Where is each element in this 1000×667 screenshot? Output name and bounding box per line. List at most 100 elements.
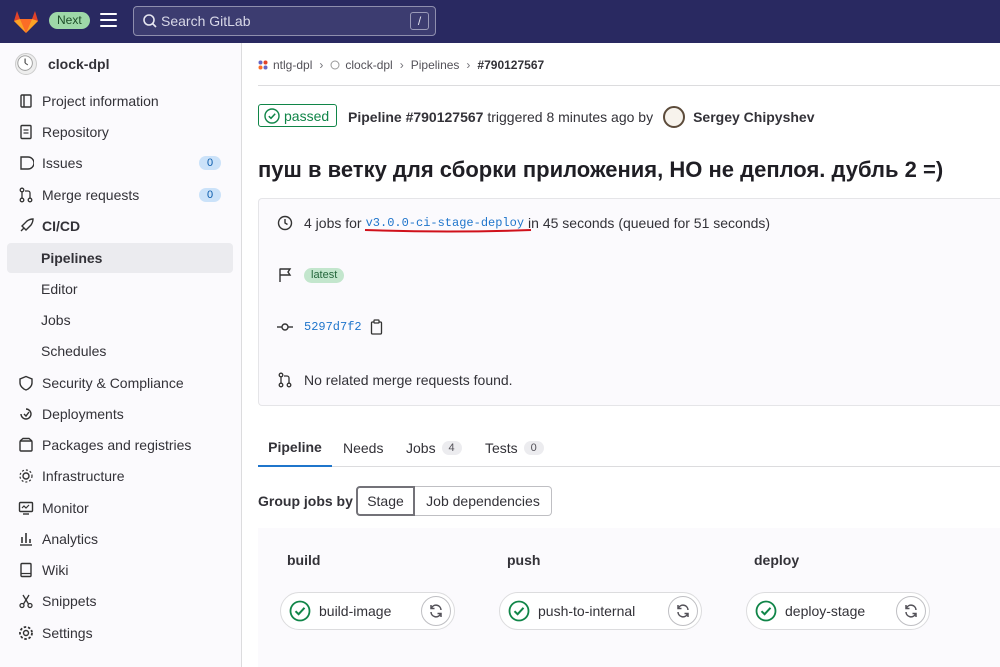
pipeline-header: Pipeline #790127567 triggered 8 minutes … xyxy=(348,106,814,128)
sidebar-item-security-compliance[interactable]: Security & Compliance xyxy=(7,368,233,398)
next-badge[interactable]: Next xyxy=(49,12,90,29)
sidebar-item-label: Settings xyxy=(42,625,93,641)
retry-button[interactable] xyxy=(421,596,451,626)
package-icon xyxy=(19,437,33,452)
breadcrumb-group[interactable]: ntlg-dpl xyxy=(258,58,312,72)
search-shortcut: / xyxy=(410,12,429,30)
book-icon xyxy=(20,562,32,578)
job-build-image[interactable]: build-image xyxy=(280,592,455,630)
copy-icon[interactable] xyxy=(370,319,384,335)
sidebar-item-label: Jobs xyxy=(41,312,71,328)
project-name: clock-dpl xyxy=(48,56,110,72)
doc-icon xyxy=(20,124,32,140)
ref-link[interactable]: v3.0.0-ci-stage-deploy xyxy=(364,216,531,233)
sidebar-item-label: Wiki xyxy=(42,562,69,578)
sidebar-item-ci-cd[interactable]: CI/CD xyxy=(7,211,233,241)
sidebar-item-label: Snippets xyxy=(42,593,97,609)
stage-title-push: push xyxy=(507,552,541,568)
tab-needs[interactable]: Needs xyxy=(343,428,383,467)
issues-count-badge: 0 xyxy=(199,156,221,170)
retry-icon xyxy=(905,604,917,618)
check-circle-icon xyxy=(289,600,311,622)
pipeline-graph: build build-image push push-to-internal … xyxy=(258,528,1000,667)
avatar[interactable] xyxy=(663,106,686,128)
merge-request-icon xyxy=(19,187,33,203)
job-deploy-stage[interactable]: deploy-stage xyxy=(746,592,930,630)
retry-icon xyxy=(430,604,442,618)
retry-button[interactable] xyxy=(668,596,698,626)
shield-icon xyxy=(19,375,33,391)
sidebar-item-deployments[interactable]: Deployments xyxy=(7,399,233,429)
sidebar-item-project-information[interactable]: Project information xyxy=(7,86,233,116)
check-circle-icon xyxy=(264,107,280,124)
jobs-suffix: in 45 seconds (queued for 51 seconds) xyxy=(528,215,771,231)
tab-jobs[interactable]: Jobs 4 xyxy=(406,428,462,467)
breadcrumb: ntlg-dpl › clock-dpl › Pipelines › #7901… xyxy=(258,58,544,72)
breadcrumb-project[interactable]: clock-dpl xyxy=(330,58,393,72)
sidebar-item-wiki[interactable]: Wiki xyxy=(7,555,233,585)
sidebar-item-schedules[interactable]: Schedules xyxy=(7,336,233,366)
sidebar-item-snippets[interactable]: Snippets xyxy=(7,586,233,616)
tab-tests[interactable]: Tests 0 xyxy=(485,428,544,467)
sidebar-item-label: Pipelines xyxy=(41,250,103,266)
stage-toggle-button[interactable]: Stage xyxy=(356,486,415,516)
deployments-icon xyxy=(20,408,32,420)
sidebar-item-label: Editor xyxy=(41,281,78,297)
user-name[interactable]: Sergey Chipyshev xyxy=(693,109,814,125)
commit-icon xyxy=(277,323,293,331)
job-dependencies-toggle-button[interactable]: Job dependencies xyxy=(415,486,552,516)
sidebar-item-packages[interactable]: Packages and registries xyxy=(7,430,233,460)
jobs-prefix: 4 jobs for xyxy=(304,215,362,231)
scissors-icon xyxy=(19,594,33,609)
merge-requests-row: No related merge requests found. xyxy=(277,372,513,388)
commit-sha-link[interactable]: 5297d7f2 xyxy=(304,320,362,334)
cloud-gear-icon xyxy=(19,469,33,483)
sidebar-item-merge-requests[interactable]: Merge requests 0 xyxy=(7,180,233,210)
sidebar-item-label: Deployments xyxy=(42,406,124,422)
sidebar-item-label: Packages and registries xyxy=(42,437,192,453)
job-push-to-internal[interactable]: push-to-internal xyxy=(499,592,702,630)
jobs-count-badge: 4 xyxy=(441,440,462,455)
annotation-underline xyxy=(364,229,531,233)
menu-icon[interactable] xyxy=(100,13,117,28)
sidebar-item-jobs[interactable]: Jobs xyxy=(7,305,233,335)
latest-badge[interactable]: latest xyxy=(304,267,345,283)
commit-row: 5297d7f2 xyxy=(277,319,384,335)
divider xyxy=(258,85,1000,86)
retry-button[interactable] xyxy=(896,596,926,626)
tab-pipeline[interactable]: Pipeline xyxy=(258,428,332,467)
sidebar-item-editor[interactable]: Editor xyxy=(7,274,233,304)
breadcrumb-pipelines[interactable]: Pipelines xyxy=(411,58,460,72)
clock-icon xyxy=(277,215,293,231)
sidebar-item-infrastructure[interactable]: Infrastructure xyxy=(7,461,233,491)
merge-requests-text: No related merge requests found. xyxy=(304,372,513,388)
gitlab-logo-icon[interactable] xyxy=(12,8,40,34)
group-icon xyxy=(258,60,268,70)
search-input[interactable]: Search GitLab / xyxy=(133,6,436,36)
project-header[interactable]: clock-dpl xyxy=(15,53,109,75)
pipeline-tabs: Pipeline Needs Jobs 4 Tests 0 xyxy=(258,428,1000,467)
sidebar-item-monitor[interactable]: Monitor xyxy=(7,493,233,523)
sidebar-item-analytics[interactable]: Analytics xyxy=(7,524,233,554)
page-title: пуш в ветку для сборки приложения, НО не… xyxy=(258,157,944,182)
job-name: build-image xyxy=(319,603,392,619)
job-name: deploy-stage xyxy=(785,603,866,619)
flag-icon xyxy=(279,268,292,282)
sidebar-item-issues[interactable]: Issues 0 xyxy=(7,148,233,178)
rocket-icon xyxy=(20,218,34,232)
pipeline-info-box: 4 jobs for v3.0.0-ci-stage-deploy in 45 … xyxy=(258,198,1000,406)
sidebar-item-label: Merge requests xyxy=(42,187,140,203)
gear-icon xyxy=(19,626,33,640)
latest-row: latest xyxy=(277,267,345,283)
retry-icon xyxy=(677,604,689,618)
stage-title-build: build xyxy=(287,552,321,568)
group-jobs-label: Group jobs by xyxy=(258,493,353,509)
sidebar-item-label: Repository xyxy=(42,124,109,140)
sidebar-item-pipelines[interactable]: Pipelines xyxy=(7,243,233,273)
status-badge[interactable]: passed xyxy=(258,104,338,127)
sidebar-item-settings[interactable]: Settings xyxy=(7,618,233,648)
clock-icon xyxy=(330,60,340,70)
top-bar: Next Search GitLab / xyxy=(0,0,1000,43)
check-circle-icon xyxy=(508,600,530,622)
sidebar-item-repository[interactable]: Repository xyxy=(7,117,233,147)
